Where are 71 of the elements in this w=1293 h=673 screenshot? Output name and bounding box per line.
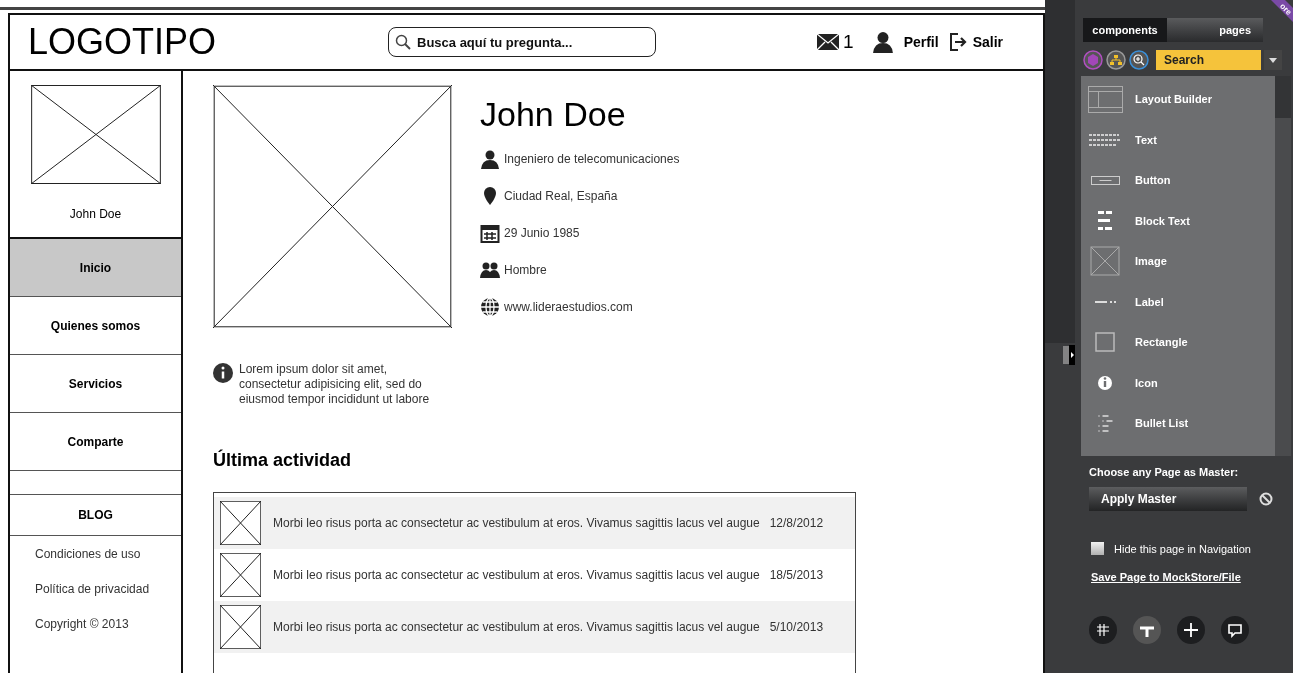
activity-text: Morbi leo risus porta ac consectetur ac vestibulum at eros. Vivamus sagittis lacus vel augue [273, 515, 760, 532]
component-item[interactable]: Button [1081, 160, 1275, 201]
thumbnail-placeholder [220, 605, 261, 649]
activity-date: 5/10/2013 [769, 619, 824, 636]
panel-tab[interactable]: pages [1167, 18, 1263, 42]
user-icon [871, 31, 894, 53]
section-heading: Última actividad [213, 448, 353, 472]
activity-date: 12/8/2012 [769, 515, 824, 532]
calendar-icon [480, 223, 500, 243]
grid-icon[interactable] [1089, 615, 1117, 644]
clear-icon[interactable] [1259, 491, 1273, 506]
bio-text: Lorem ipsum dolor sit amet, consectetur adipisicing elit, sed do eiusmod tempor incididunt ut labore [239, 362, 431, 407]
apply-master-button[interactable]: Apply Master [1089, 486, 1247, 511]
master-heading: Choose any Page as Master: [1089, 465, 1240, 480]
button-thumbnail-icon [1090, 175, 1120, 185]
component-item[interactable]: Icon [1081, 362, 1275, 403]
info-icon [213, 363, 233, 383]
logout-link[interactable]: Salir [972, 31, 1003, 53]
footer-link[interactable]: Condiciones de uso [35, 545, 181, 563]
rectangle-thumbnail-icon [1095, 332, 1115, 353]
message-count: 1 [843, 29, 854, 54]
globe-icon [480, 297, 500, 317]
activity-date: 18/5/2013 [769, 567, 824, 584]
thumbnail-placeholder [220, 501, 261, 545]
component-item[interactable]: Layout Builder [1081, 79, 1275, 120]
sitemap-icon[interactable] [1106, 50, 1126, 70]
nav-item[interactable]: Inicio [10, 239, 181, 297]
label-thumbnail-icon [1094, 299, 1116, 304]
scrollbar-thumb[interactable] [1275, 76, 1291, 118]
profile-detail[interactable]: www.lideraestudios.com [504, 298, 633, 316]
profile-link[interactable]: Perfil [903, 31, 939, 53]
thumbnail-placeholder [220, 553, 261, 597]
component-item[interactable]: Image [1081, 241, 1275, 282]
component-item[interactable]: Rectangle [1081, 322, 1275, 363]
component-item[interactable]: Bullet List [1081, 403, 1275, 444]
checkbox-label: Hide this page in Navigation [1114, 541, 1251, 557]
info-thumbnail-icon [1098, 375, 1112, 390]
logout-icon [948, 32, 969, 52]
footer-link[interactable]: Política de privacidad [35, 580, 181, 598]
footer-link[interactable]: Copyright © 2013 [35, 615, 181, 633]
profile-detail: 29 Junio 1985 [504, 225, 580, 242]
layout-thumbnail-icon [1087, 85, 1123, 113]
text-thumbnail-icon [1089, 133, 1121, 146]
block-text-thumbnail-icon [1098, 211, 1112, 231]
people-icon [480, 260, 500, 280]
user-name: John Doe [69, 206, 122, 223]
comment-icon[interactable] [1221, 615, 1249, 644]
profile-detail: Hombre [504, 262, 547, 279]
profile-detail: Ingeniero de telecomunicaciones [504, 151, 680, 168]
activity-text: Morbi leo risus porta ac consectetur ac vestibulum at eros. Vivamus sagittis lacus vel augue [273, 567, 760, 584]
question-search-field[interactable]: Busca aquí tu pregunta... [388, 27, 656, 57]
bullet-list-thumbnail-icon [1097, 414, 1113, 432]
search-icon [395, 34, 411, 50]
tee-icon[interactable] [1133, 615, 1161, 644]
dropdown-caret-icon[interactable] [1264, 50, 1282, 70]
envelope-icon[interactable] [817, 34, 840, 50]
component-filter-dropdown[interactable]: Search [1156, 50, 1261, 70]
logo: LOGOTIPO [28, 24, 218, 60]
add-icon[interactable] [1177, 615, 1205, 644]
save-page-link[interactable]: Save Page to MockStore/File [1091, 569, 1293, 586]
panel-tab[interactable]: components [1083, 18, 1167, 42]
component-item[interactable]: Block Text [1081, 200, 1275, 241]
activity-text: Morbi leo risus porta ac consectetur ac vestibulum at eros. Vivamus sagittis lacus vel augue [273, 619, 760, 636]
person-icon [480, 149, 500, 169]
blog-link[interactable]: BLOG [10, 495, 181, 536]
profile-name: John Doe [480, 97, 627, 131]
zoom-in-icon[interactable] [1129, 50, 1149, 70]
checkbox[interactable] [1091, 542, 1104, 556]
component-item[interactable]: Label [1081, 281, 1275, 322]
component-item[interactable]: Text [1081, 119, 1275, 160]
profile-detail: Ciudad Real, España [504, 188, 618, 205]
